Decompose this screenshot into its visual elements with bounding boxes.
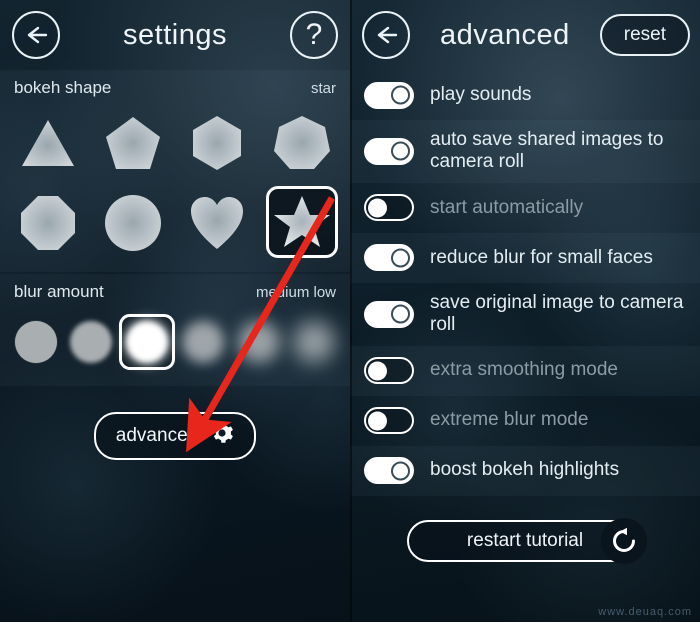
option-label: boost bokeh highlights bbox=[430, 459, 620, 481]
blur-step-1[interactable] bbox=[8, 314, 64, 370]
option-row-start-automatically[interactable]: start automatically bbox=[350, 183, 700, 233]
bokeh-shape-header: bokeh shape star bbox=[0, 70, 350, 100]
toggle-reduce-blur-small-faces[interactable] bbox=[364, 244, 414, 272]
option-label: play sounds bbox=[430, 83, 532, 105]
blur-dot bbox=[181, 321, 224, 363]
blur-step-2[interactable] bbox=[64, 314, 120, 370]
toggle-knob bbox=[391, 304, 410, 324]
shape-option-hexagon[interactable] bbox=[175, 106, 260, 180]
toggle-knob bbox=[391, 85, 410, 105]
advanced-panel: advanced reset play sounds auto save sha… bbox=[350, 0, 700, 622]
bokeh-shape-grid bbox=[0, 100, 350, 272]
arrow-left-icon bbox=[373, 24, 399, 46]
toggle-knob bbox=[368, 198, 387, 218]
option-row-reduce-blur-small-faces[interactable]: reduce blur for small faces bbox=[350, 232, 700, 283]
advanced-header: advanced reset bbox=[350, 0, 700, 70]
blur-step-3[interactable] bbox=[119, 314, 176, 370]
option-label: extra smoothing mode bbox=[430, 359, 618, 381]
help-button[interactable]: ? bbox=[290, 11, 338, 59]
hexagon-icon bbox=[188, 113, 246, 173]
octagon-icon bbox=[18, 193, 78, 253]
bokeh-shape-section: bokeh shape star bbox=[0, 70, 350, 272]
shape-option-triangle[interactable] bbox=[6, 106, 91, 180]
advanced-page-title: advanced bbox=[439, 18, 570, 51]
blur-amount-header: blur amount medium low bbox=[0, 274, 350, 304]
arrow-left-icon bbox=[23, 24, 49, 46]
reset-button[interactable]: reset bbox=[599, 14, 690, 56]
circle-icon bbox=[102, 192, 164, 254]
app-root: settings ? bokeh shape star blur amount … bbox=[0, 0, 700, 622]
advanced-button-row: advanced bbox=[0, 412, 350, 460]
bokeh-shape-label: bokeh shape bbox=[14, 78, 112, 97]
toggle-save-original-image[interactable] bbox=[364, 300, 414, 328]
blur-step-6[interactable] bbox=[286, 314, 342, 370]
option-row-auto-save-shared-images[interactable]: auto save shared images to camera roll bbox=[350, 120, 700, 183]
shape-option-pentagon[interactable] bbox=[91, 106, 176, 180]
gear-icon bbox=[210, 421, 234, 451]
blur-amount-section: blur amount medium low bbox=[0, 274, 350, 386]
shape-option-heptagon[interactable] bbox=[260, 106, 345, 180]
toggle-start-automatically[interactable] bbox=[364, 194, 414, 222]
pentagon-icon bbox=[102, 113, 164, 173]
toggle-knob bbox=[391, 461, 410, 481]
blur-amount-steps bbox=[0, 304, 350, 386]
back-button[interactable] bbox=[12, 11, 60, 59]
blur-step-4[interactable] bbox=[175, 314, 231, 370]
blur-step-5[interactable] bbox=[231, 314, 287, 370]
page-title: settings bbox=[123, 18, 227, 51]
restart-tutorial-row: restart tutorial bbox=[350, 517, 700, 564]
heart-icon bbox=[187, 193, 247, 253]
advanced-button-label: advanced bbox=[115, 425, 199, 446]
option-label: save original image to camera roll bbox=[430, 291, 684, 336]
settings-header: settings ? bbox=[0, 0, 350, 70]
watermark: www.deuaq.com bbox=[598, 606, 692, 618]
star-icon bbox=[273, 194, 331, 250]
triangle-icon bbox=[17, 114, 79, 172]
blur-dot bbox=[70, 321, 113, 363]
toggle-knob bbox=[368, 411, 387, 431]
option-label: extreme blur mode bbox=[430, 409, 589, 431]
advanced-options-list: play sounds auto save shared images to c… bbox=[350, 70, 700, 496]
option-row-save-original-image[interactable]: save original image to camera roll bbox=[350, 283, 700, 346]
option-row-extra-smoothing-mode[interactable]: extra smoothing mode bbox=[350, 345, 700, 396]
question-mark-icon: ? bbox=[305, 18, 323, 51]
option-label: auto save shared images to camera roll bbox=[430, 129, 664, 173]
option-label: start automatically bbox=[430, 196, 584, 218]
toggle-knob bbox=[368, 361, 387, 381]
settings-panel: settings ? bokeh shape star blur amount … bbox=[0, 0, 350, 622]
shape-option-heart[interactable] bbox=[175, 186, 260, 260]
blur-dot bbox=[14, 321, 57, 363]
refresh-icon bbox=[601, 517, 647, 564]
option-label: reduce blur for small faces bbox=[430, 246, 653, 268]
toggle-boost-bokeh-highlights[interactable] bbox=[364, 457, 414, 485]
toggle-play-sounds[interactable] bbox=[364, 81, 414, 109]
toggle-knob bbox=[391, 141, 410, 161]
restart-tutorial-label: restart tutorial bbox=[466, 529, 584, 551]
shape-option-octagon[interactable] bbox=[6, 186, 91, 260]
toggle-extreme-blur-mode[interactable] bbox=[364, 407, 414, 435]
option-row-extreme-blur-mode[interactable]: extreme blur mode bbox=[350, 396, 700, 446]
option-row-play-sounds[interactable]: play sounds bbox=[350, 70, 700, 120]
blur-dot bbox=[126, 321, 169, 363]
blur-dot bbox=[293, 321, 336, 363]
option-row-boost-bokeh-highlights[interactable]: boost bokeh highlights bbox=[350, 445, 700, 496]
shape-option-star[interactable] bbox=[265, 186, 338, 258]
toggle-auto-save-shared-images[interactable] bbox=[364, 137, 414, 165]
blur-dot bbox=[237, 321, 280, 363]
heptagon-icon bbox=[271, 113, 333, 173]
blur-amount-label: blur amount bbox=[14, 282, 104, 301]
shape-option-circle[interactable] bbox=[91, 186, 176, 260]
advanced-back-button[interactable] bbox=[362, 11, 410, 59]
restart-tutorial-button[interactable]: restart tutorial bbox=[407, 517, 647, 564]
toggle-extra-smoothing-mode[interactable] bbox=[364, 357, 414, 385]
blur-amount-value: medium low bbox=[255, 284, 336, 301]
toggle-knob bbox=[391, 248, 410, 268]
advanced-button[interactable]: advanced bbox=[93, 412, 257, 460]
bokeh-shape-value: star bbox=[310, 80, 336, 97]
